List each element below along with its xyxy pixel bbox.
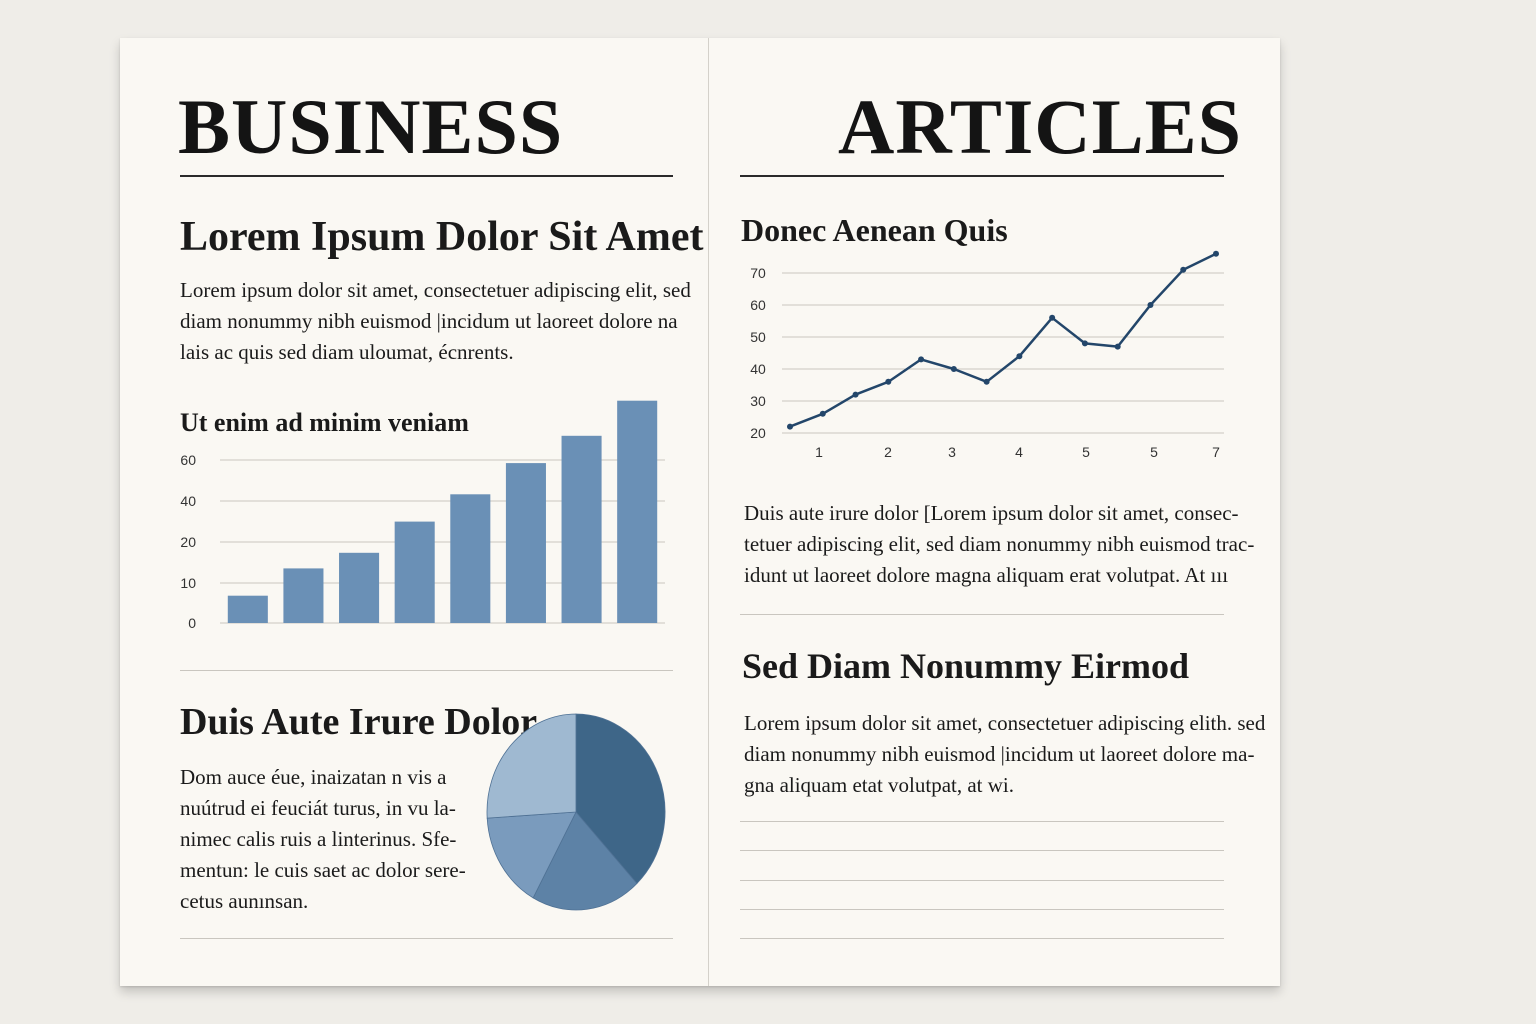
line-x-tick-label: 1 [815, 444, 823, 460]
line-point [950, 366, 957, 372]
line-point [852, 391, 859, 398]
blank-line [740, 880, 1224, 881]
body-line: mentun: le cuis saet ac dolor sere- [180, 858, 466, 882]
body-line: idunt ut laoreet dolore magna aliquam er… [744, 563, 1229, 587]
line-point [819, 410, 826, 417]
line-point [1213, 250, 1219, 257]
line-point [885, 378, 892, 385]
bar-y-tick-label: 10 [180, 575, 196, 591]
blank-line [740, 850, 1224, 851]
article-body: Lorem ipsum dolor sit amet, consectetuer… [744, 708, 1265, 801]
line-point [983, 378, 990, 385]
line-point [1081, 340, 1088, 347]
article-body: Duis aute irure dolor [Lorem ipsum dolor… [744, 498, 1254, 591]
body-line: Dom auce éue, inaizatan n vis a [180, 765, 447, 789]
bar-y-tick-label: 20 [180, 534, 196, 550]
bar [339, 552, 380, 623]
blank-line [740, 909, 1224, 910]
article-body: Dom auce éue, inaizatan n vis a nuútrud … [180, 762, 466, 917]
line-x-tick-label: 5 [1082, 444, 1090, 460]
bar [283, 568, 324, 623]
body-line: Lorem ipsum dolor sit amet, consectetuer… [744, 711, 1266, 735]
article-body: Lorem ipsum dolor sit amet, consectetuer… [180, 275, 691, 368]
line-x-tick-label: 4 [1015, 444, 1023, 460]
line-y-tick-label: 20 [750, 425, 766, 441]
body-line: Lorem ipsum dolor sit amet, consectetuer… [180, 278, 691, 302]
blank-line [740, 821, 1224, 822]
line-point [787, 423, 793, 430]
newspaper-spread: BUSINESS Lorem Ipsum Dolor Sit Amet Lore… [120, 38, 1280, 986]
section-divider [180, 670, 673, 671]
line-y-tick-label: 70 [750, 265, 766, 281]
line-point [918, 356, 925, 363]
body-line: nimec calis ruis a linterinus. Sfe- [180, 827, 457, 851]
bar [505, 463, 546, 623]
article-headline: Lorem Ipsum Dolor Sit Amet [180, 214, 704, 260]
line-x-tick-label: 5 [1150, 444, 1158, 460]
bar-y-tick-label: 40 [180, 493, 196, 509]
chart-heading: Donec Aenean Quis [741, 212, 1008, 248]
title-rule [740, 175, 1224, 177]
line-x-tick-label: 7 [1212, 444, 1220, 460]
line-y-tick-label: 40 [750, 361, 766, 377]
bar [561, 435, 602, 623]
section-title-business: BUSINESS [178, 83, 564, 170]
body-line: gna aliquam etat volutpat, at wi. [744, 773, 1015, 797]
line-point [1016, 353, 1023, 360]
line-y-tick-label: 50 [750, 329, 766, 345]
body-line: diam nonummy nibh euismod |incidum ut la… [744, 742, 1255, 766]
title-rule [180, 175, 673, 177]
line-y-tick-label: 60 [750, 297, 766, 313]
line-x-tick-label: 3 [948, 444, 956, 460]
section-title-articles: ARTICLES [838, 83, 1243, 170]
line-point [1114, 343, 1121, 350]
bar-y-tick-label: 60 [180, 452, 196, 468]
section-divider [740, 614, 1224, 615]
body-line: tetuer adipiscing elit, sed diam nonummy… [744, 532, 1255, 556]
body-line: lais ac quis sed diam uloumat, écnrents. [180, 340, 514, 364]
article-headline: Sed Diam Nonummy Eirmod [742, 646, 1190, 686]
line-point [1049, 314, 1056, 321]
bar [227, 595, 268, 623]
body-line: nuútrud ei feuciát turus, in vu la- [180, 796, 456, 820]
bar [394, 521, 435, 623]
bar [450, 494, 491, 623]
line-point [1180, 266, 1187, 273]
page-fold [708, 38, 709, 986]
section-divider [180, 938, 673, 939]
bar [617, 400, 658, 623]
line-y-tick-label: 30 [750, 393, 766, 409]
line-chart: 20 30 40 50 60 70 1 2 3 4 5 5 7 [750, 250, 1224, 460]
bar-y-tick-label: 0 [188, 615, 196, 631]
pie-slice [486, 713, 577, 819]
body-line: diam nonummy nibh euismod |incidum ut la… [180, 309, 678, 333]
bar-chart: 0 10 20 40 60 [180, 400, 665, 631]
blank-line [740, 938, 1224, 939]
line-point [1147, 302, 1154, 308]
body-line: Duis aute irure dolor [Lorem ipsum dolor… [744, 501, 1239, 525]
body-line: cetus aunınsan. [180, 889, 309, 913]
line-x-tick-label: 2 [884, 444, 892, 460]
pie-chart [486, 713, 666, 911]
